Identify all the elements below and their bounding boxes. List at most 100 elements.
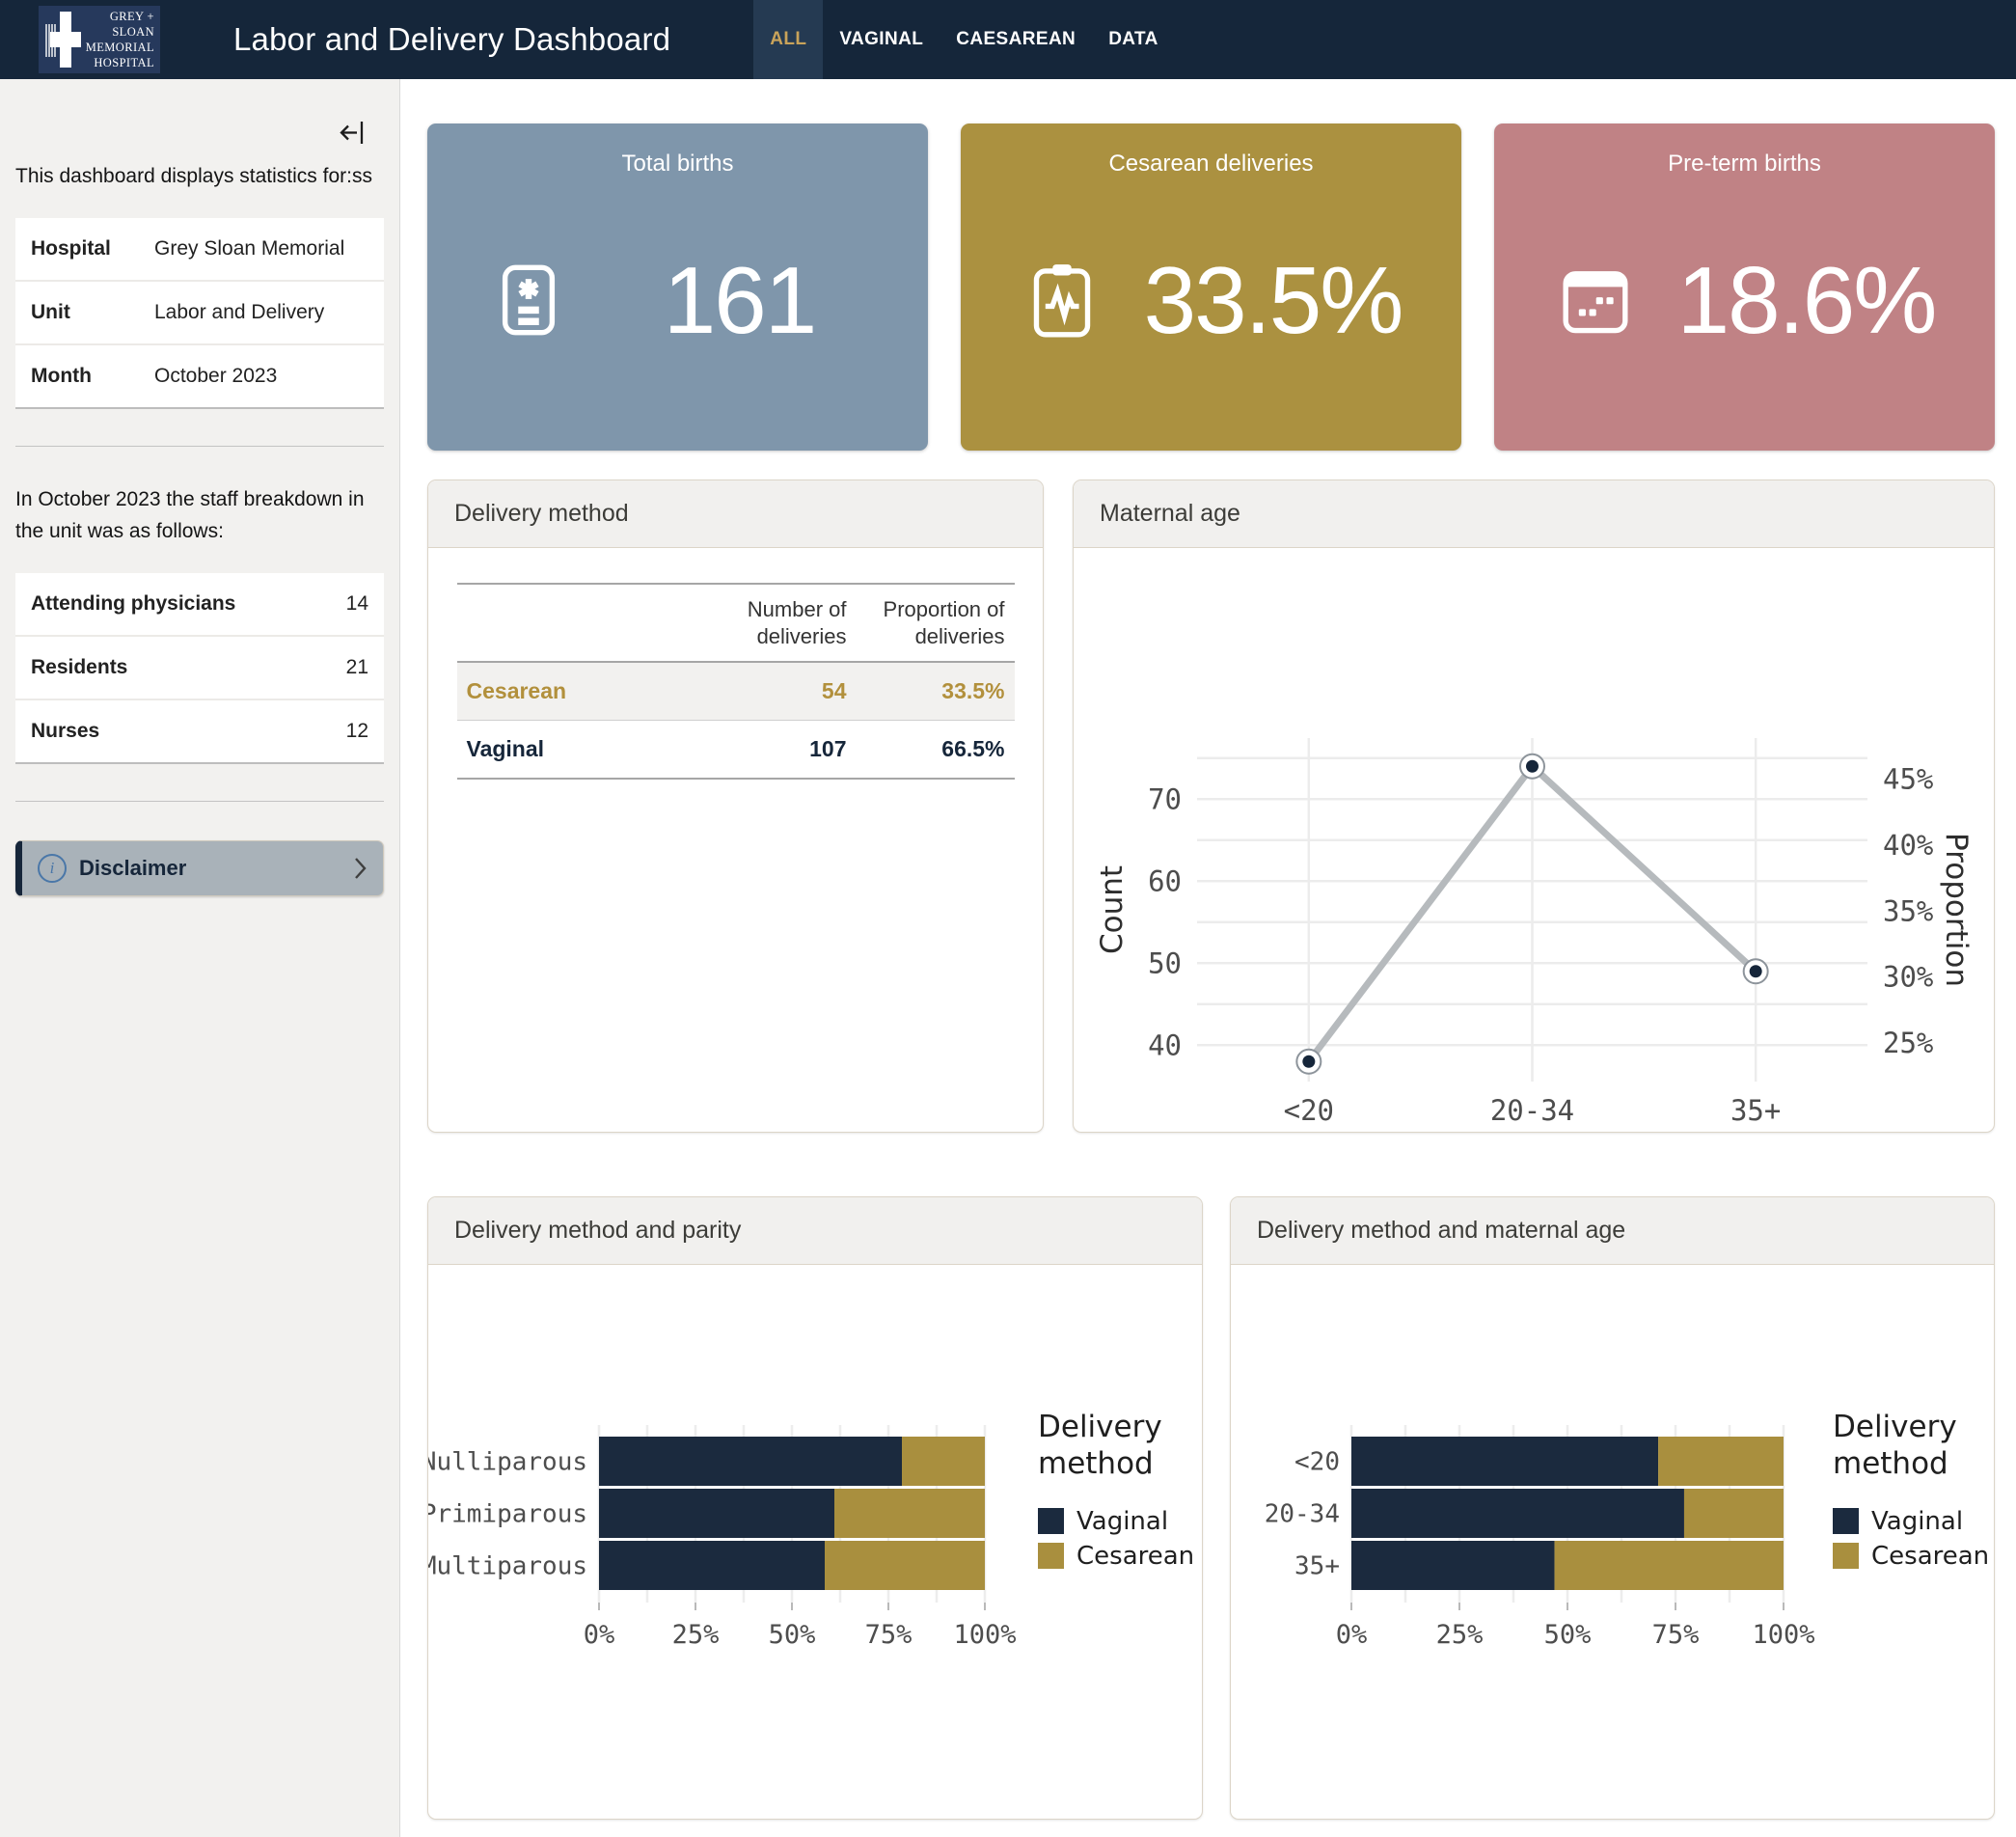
row-label: Hospital — [31, 237, 154, 260]
value-box-row: Total births 161 Cesarea — [427, 123, 1995, 451]
logo-line-3: HOSPITAL — [85, 55, 154, 70]
svg-text:70: 70 — [1148, 782, 1182, 815]
app-title: Labor and Delivery Dashboard — [233, 21, 670, 58]
delivery-method-table: Number of deliveries Proportion of deliv… — [457, 583, 1015, 780]
table-row: Cesarean 54 33.5% — [457, 662, 1015, 721]
tab-vaginal[interactable]: VAGINAL — [823, 0, 940, 79]
svg-text:20-34: 20-34 — [1265, 1500, 1340, 1529]
row-value: 14 — [346, 592, 368, 616]
row-proportion: 66.5% — [857, 721, 1015, 780]
column-header: Number of deliveries — [698, 584, 857, 662]
card-title: Maternal age — [1074, 480, 1994, 548]
svg-text:35%: 35% — [1883, 894, 1933, 927]
hospital-logo-text: GREY + SLOAN MEMORIAL HOSPITAL — [85, 9, 154, 71]
svg-text:Nulliparous: Nulliparous — [428, 1448, 587, 1477]
value-box-value: 18.6% — [1637, 253, 1975, 347]
parity-bar-chart: NulliparousPrimiparousMultiparous0%25%50… — [428, 1265, 1202, 1819]
tab-all[interactable]: ALL — [753, 0, 823, 79]
chevron-right-icon — [353, 856, 368, 881]
disclaimer-button[interactable]: i Disclaimer — [15, 840, 384, 896]
age-method-card: Delivery method and maternal age <20 20-3… — [1230, 1196, 1995, 1820]
row-label: Attending physicians — [31, 592, 346, 616]
value-box-cesarean-deliveries: Cesarean deliveries 33.5% — [961, 123, 1461, 451]
svg-text:25%: 25% — [672, 1620, 720, 1650]
tab-data[interactable]: DATA — [1092, 0, 1175, 79]
maternal-age-line-chart: 4050607025%30%35%40%45%<2020-3435+CountP… — [1074, 548, 1994, 1132]
file-medical-icon — [487, 259, 570, 342]
logo-line-1: GREY + SLOAN — [85, 9, 154, 41]
delivery-method-card: Delivery method Number of deliveries Pro… — [427, 480, 1044, 1133]
table-row: Attending physicians 14 — [15, 573, 384, 637]
svg-text:20-34: 20-34 — [1490, 1094, 1574, 1127]
sidebar-divider — [15, 446, 384, 447]
svg-text:Cesarean: Cesarean — [1871, 1542, 1989, 1571]
nav-tabs: ALL VAGINAL CAESAREAN DATA — [753, 0, 1175, 79]
staff-intro-text: In October 2023 the staff breakdown in t… — [15, 483, 384, 548]
delivery-method-card-body: Number of deliveries Proportion of deliv… — [428, 583, 1043, 780]
hospital-cross-icon — [43, 9, 86, 70]
row-value: October 2023 — [154, 365, 368, 388]
value-box-value: 161 — [570, 253, 909, 347]
svg-text:Vaginal: Vaginal — [1076, 1507, 1168, 1536]
row-name: Cesarean — [457, 662, 698, 721]
age-method-bar-chart: <2020-3435+0%25%50%75%100%Deliverymethod… — [1231, 1265, 1994, 1819]
hospital-info-table: Hospital Grey Sloan Memorial Unit Labor … — [15, 218, 384, 409]
svg-text:0%: 0% — [1336, 1620, 1368, 1650]
svg-text:50%: 50% — [769, 1620, 816, 1650]
svg-text:45%: 45% — [1883, 762, 1933, 795]
sidebar: This dashboard displays statistics for:s… — [0, 79, 400, 1837]
svg-text:<20: <20 — [1284, 1094, 1334, 1127]
logo-line-2: MEMORIAL — [85, 40, 154, 55]
row-number: 107 — [698, 721, 857, 780]
svg-text:<20: <20 — [1294, 1448, 1340, 1477]
svg-text:25%: 25% — [1436, 1620, 1484, 1650]
column-header — [457, 584, 698, 662]
sidebar-divider — [15, 801, 384, 802]
sidebar-collapse-icon[interactable] — [338, 118, 367, 151]
row-proportion: 33.5% — [857, 662, 1015, 721]
svg-text:30%: 30% — [1883, 961, 1933, 994]
row-value: 12 — [346, 720, 368, 743]
value-box-title: Pre-term births — [1513, 151, 1975, 178]
table-row: Vaginal 107 66.5% — [457, 721, 1015, 780]
row-value: 21 — [346, 656, 368, 679]
row-label: Unit — [31, 301, 154, 324]
svg-text:25%: 25% — [1883, 1027, 1933, 1059]
svg-text:100%: 100% — [1752, 1620, 1814, 1650]
svg-text:0%: 0% — [584, 1620, 615, 1650]
row-label: Month — [31, 365, 154, 388]
table-row: Hospital Grey Sloan Memorial — [15, 218, 384, 282]
row-label: Nurses — [31, 720, 346, 743]
disclaimer-label: Disclaimer — [79, 856, 186, 881]
tab-caesarean[interactable]: CAESAREAN — [940, 0, 1092, 79]
row-name: Vaginal — [457, 721, 698, 780]
row-value: Labor and Delivery — [154, 301, 368, 324]
navbar: GREY + SLOAN MEMORIAL HOSPITAL Labor and… — [0, 0, 2016, 79]
value-box-value: 33.5% — [1103, 253, 1442, 347]
svg-text:75%: 75% — [1652, 1620, 1700, 1650]
maternal-age-card: Maternal age 4050607025%30%35%40%45%<202… — [1073, 480, 1995, 1133]
svg-text:35+: 35+ — [1294, 1552, 1340, 1581]
table-row: Month October 2023 — [15, 345, 384, 409]
svg-text:Count: Count — [1095, 865, 1130, 954]
calendar-icon — [1554, 259, 1637, 342]
clipboard-pulse-icon — [1021, 259, 1103, 342]
table-row: Unit Labor and Delivery — [15, 282, 384, 345]
card-title: Delivery method and maternal age — [1231, 1197, 1994, 1265]
svg-text:Proportion: Proportion — [1939, 833, 1974, 987]
card-title: Delivery method — [428, 480, 1043, 548]
svg-text:50: 50 — [1148, 946, 1182, 979]
parity-card: Delivery method and parity NulliparousPr… — [427, 1196, 1203, 1820]
row-label: Residents — [31, 656, 346, 679]
svg-text:60: 60 — [1148, 864, 1182, 897]
svg-text:40%: 40% — [1883, 829, 1933, 862]
svg-text:Delivery: Delivery — [1833, 1410, 1957, 1444]
table-row: Residents 21 — [15, 637, 384, 700]
row-number: 54 — [698, 662, 857, 721]
dashboard-page: GREY + SLOAN MEMORIAL HOSPITAL Labor and… — [0, 0, 2016, 1837]
info-icon: i — [38, 854, 67, 883]
value-box-title: Cesarean deliveries — [980, 151, 1442, 178]
value-box-preterm-births: Pre-term births 18.6% — [1494, 123, 1995, 451]
sidebar-intro-text: This dashboard displays statistics for:s… — [15, 160, 384, 193]
svg-text:method: method — [1038, 1446, 1154, 1481]
